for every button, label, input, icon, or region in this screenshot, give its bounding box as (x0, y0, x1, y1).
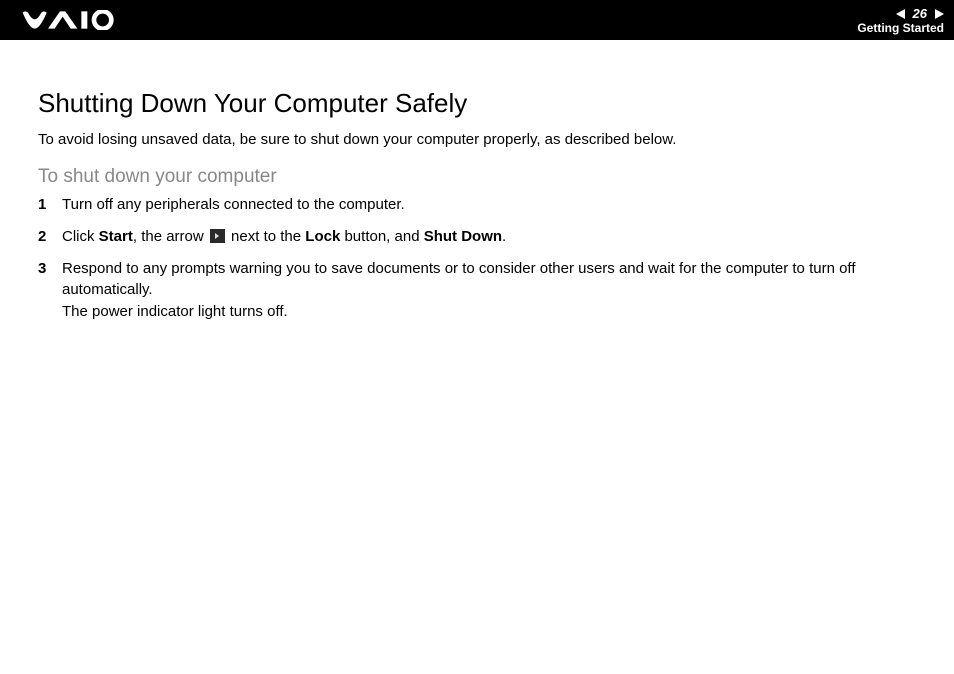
lock-label: Lock (305, 228, 340, 245)
step-item: Click Start, the arrow next to the Lock … (38, 226, 938, 248)
page-title: Shutting Down Your Computer Safely (38, 88, 938, 119)
header-right: 26 Getting Started (857, 5, 944, 34)
step-2-text: Click Start, the arrow next to the Lock … (62, 226, 938, 248)
subtitle: To shut down your computer (38, 166, 938, 188)
start-label: Start (99, 228, 133, 245)
header-bar: 26 Getting Started (0, 0, 954, 40)
intro-text: To avoid losing unsaved data, be sure to… (38, 129, 938, 150)
next-page-icon[interactable] (935, 9, 944, 19)
page-nav: 26 (896, 7, 944, 21)
step-item: Turn off any peripherals connected to th… (38, 194, 938, 216)
section-title: Getting Started (857, 22, 944, 35)
vaio-logo (18, 0, 118, 40)
steps-list: Turn off any peripherals connected to th… (38, 194, 938, 323)
prev-page-icon[interactable] (896, 9, 905, 19)
shutdown-label: Shut Down (424, 228, 502, 245)
page-number: 26 (913, 7, 927, 21)
step-item: Respond to any prompts warning you to sa… (38, 258, 938, 323)
page-content: Shutting Down Your Computer Safely To av… (0, 40, 954, 323)
arrow-right-icon (210, 229, 225, 243)
step-3-text: Respond to any prompts warning you to sa… (62, 258, 938, 323)
step-1-text: Turn off any peripherals connected to th… (62, 194, 938, 216)
